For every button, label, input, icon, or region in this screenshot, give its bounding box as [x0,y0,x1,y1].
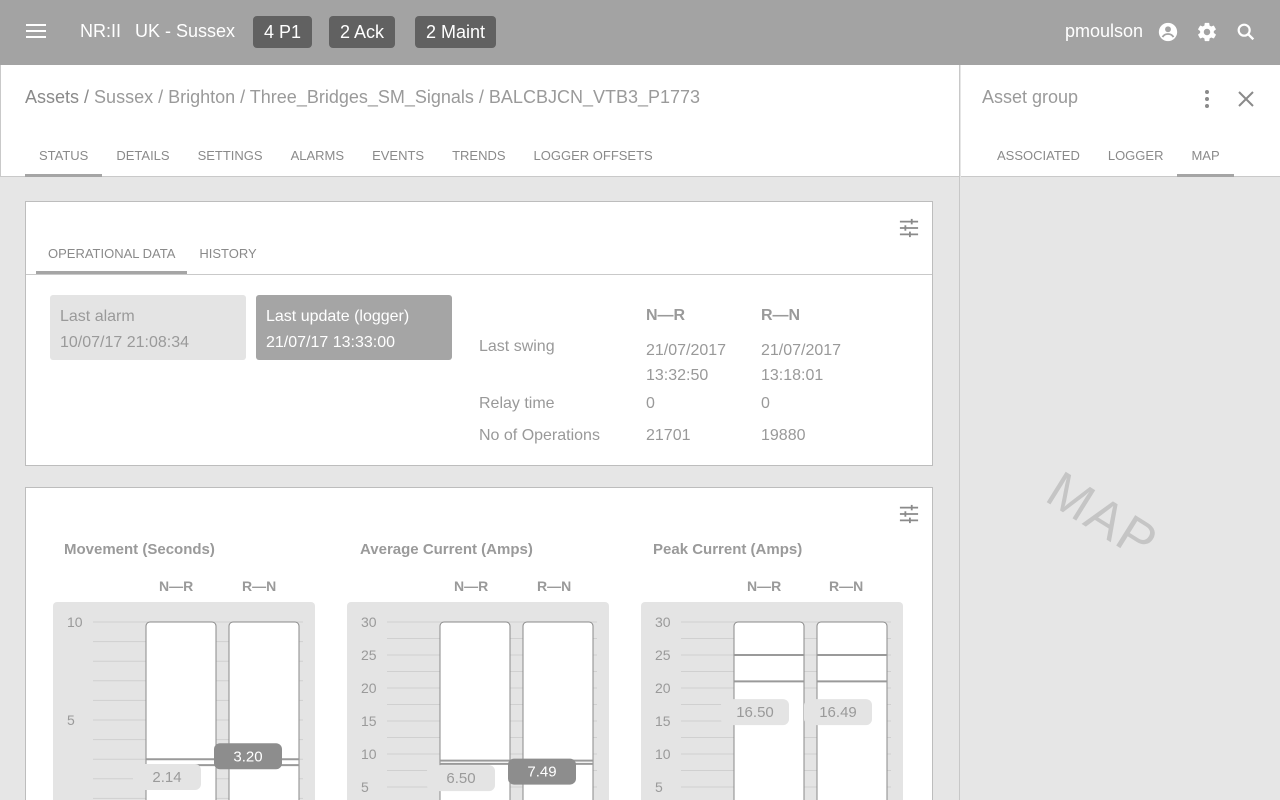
tab-alarms[interactable]: ALARMS [277,147,358,177]
value-label: 3.20 [233,748,262,765]
y-tick-label: 5 [361,779,369,795]
y-tick-label: 5 [67,712,75,728]
movement-col-nr: N—R [159,578,194,594]
y-tick-label: 20 [655,680,671,696]
ops-relay-time-nr: 0 [646,395,655,412]
ops-col-rn: R—N [761,307,801,324]
ops-label-no-of-operations: No of Operations [479,427,600,444]
operational-data-card: OPERATIONAL DATA HISTORY Last alarm 10/0… [25,201,933,466]
y-tick-label: 5 [655,779,663,795]
more-vert-icon[interactable] [1195,87,1219,111]
tune-icon[interactable] [898,504,920,524]
tune-icon[interactable] [898,218,920,238]
value-label: 6.50 [446,770,475,787]
y-tick-label: 30 [361,614,377,630]
movement-col-rn: R—N [242,578,277,594]
tab-details[interactable]: DETAILS [102,147,183,177]
y-tick-label: 10 [67,614,83,630]
last-alarm-label: Last alarm [60,308,135,325]
tab-associated[interactable]: ASSOCIATED [983,147,1094,177]
app-brand: NR:II [80,21,122,41]
peak-current-chart-title: Peak Current (Amps) [653,541,803,558]
username[interactable]: pmoulson [1065,21,1143,42]
tab-logger[interactable]: LOGGER [1094,147,1178,177]
tab-logger-offsets[interactable]: LOGGER OFFSETS [520,147,667,177]
ack-badge[interactable]: 2 Ack [329,16,396,48]
settings-gear-icon[interactable] [1196,21,1218,43]
y-tick-label: 25 [655,647,671,663]
ops-last-swing-rn: 21/07/2017 13:18:01 [761,342,842,384]
tab-trends[interactable]: TRENDS [438,147,519,177]
value-label: 2.14 [152,769,181,786]
ops-last-swing-nr: 21/07/2017 13:32:50 [646,342,727,384]
breadcrumb: Assets / Sussex / Brighton / Three_Bridg… [25,87,700,108]
movement-chart: 10 5 2.14 3.20 [53,602,315,800]
ops-label-relay-time: Relay time [479,395,555,412]
peak-current-col-rn: R—N [829,578,864,594]
region-label[interactable]: UK - Sussex [135,21,235,42]
last-update-label: Last update (logger) [266,308,410,325]
y-tick-label: 10 [655,746,671,762]
peak-current-chart: 30 25 20 15 10 5 16.50 16.49 [641,602,903,800]
tab-map[interactable]: MAP [1177,147,1234,177]
y-tick-label: 25 [361,647,377,663]
avg-current-chart: 30 25 20 15 10 5 6.50 7.49 [347,602,609,800]
search-icon[interactable] [1235,21,1257,43]
tab-settings[interactable]: SETTINGS [184,147,277,177]
tab-status[interactable]: STATUS [25,147,103,177]
y-tick-label: 20 [361,680,377,696]
avg-current-col-nr: N—R [454,578,489,594]
last-update-box: Last update (logger) 21/07/17 13:33:00 [256,295,452,360]
measurements-card: Movement (Seconds) N—R R—N 10 5 2.14 3.20 A… [25,487,933,800]
asset-header: Assets / Sussex / Brighton / Three_Bridg… [0,65,959,177]
divider [26,274,932,275]
asset-group-tabs: ASSOCIATED LOGGER MAP [983,147,1234,177]
ops-operations-rn: 19880 [761,427,806,444]
movement-chart-title: Movement (Seconds) [64,541,215,558]
maint-badge[interactable]: 2 Maint [415,16,497,48]
y-tick-label: 10 [361,746,377,762]
menu-icon[interactable] [26,24,46,40]
breadcrumb-root[interactable]: Assets / [25,87,89,107]
avg-current-col-rn: R—N [537,578,572,594]
ops-relay-time-rn: 0 [761,395,770,412]
y-tick-label: 15 [361,713,377,729]
subtab-history[interactable]: HISTORY [187,246,268,274]
y-tick-label: 15 [655,713,671,729]
value-label: 16.50 [736,704,774,721]
asset-group-header: Asset group ASSOCIATED LOGGER MAP [961,65,1280,177]
value-label: 16.49 [819,704,857,721]
last-alarm-value: 10/07/17 21:08:34 [60,334,190,351]
status-subtabs: OPERATIONAL DATA HISTORY [36,246,269,274]
asset-group-title: Asset group [982,87,1079,107]
value-label: 7.49 [527,764,556,781]
asset-main-panel: Assets / Sussex / Brighton / Three_Bridg… [0,65,960,800]
peak-current-col-nr: N—R [747,578,782,594]
ops-label-last-swing: Last swing [479,338,555,355]
ops-col-nr: N—R [646,307,686,324]
tab-events[interactable]: EVENTS [358,147,438,177]
last-update-value: 21/07/17 13:33:00 [266,334,396,351]
avg-current-chart-title: Average Current (Amps) [360,541,533,558]
top-app-bar: NR:II UK - Sussex 4 P1 2 Ack 2 Maint pmo… [0,0,1280,65]
asset-tabs: STATUS DETAILS SETTINGS ALARMS EVENTS TR… [25,147,667,177]
bar-column [228,621,300,800]
asset-group-panel: Asset group ASSOCIATED LOGGER MAP [961,65,1280,800]
close-icon[interactable] [1234,87,1258,111]
subtab-operational-data[interactable]: OPERATIONAL DATA [36,246,188,274]
last-alarm-box: Last alarm 10/07/17 21:08:34 [50,295,246,360]
ops-operations-nr: 21701 [646,427,691,444]
breadcrumb-path[interactable]: Sussex / Brighton / Three_Bridges_SM_Sig… [94,87,700,107]
p1-alarm-badge[interactable]: 4 P1 [253,16,313,48]
account-icon[interactable] [1157,21,1179,43]
y-tick-label: 30 [655,614,671,630]
